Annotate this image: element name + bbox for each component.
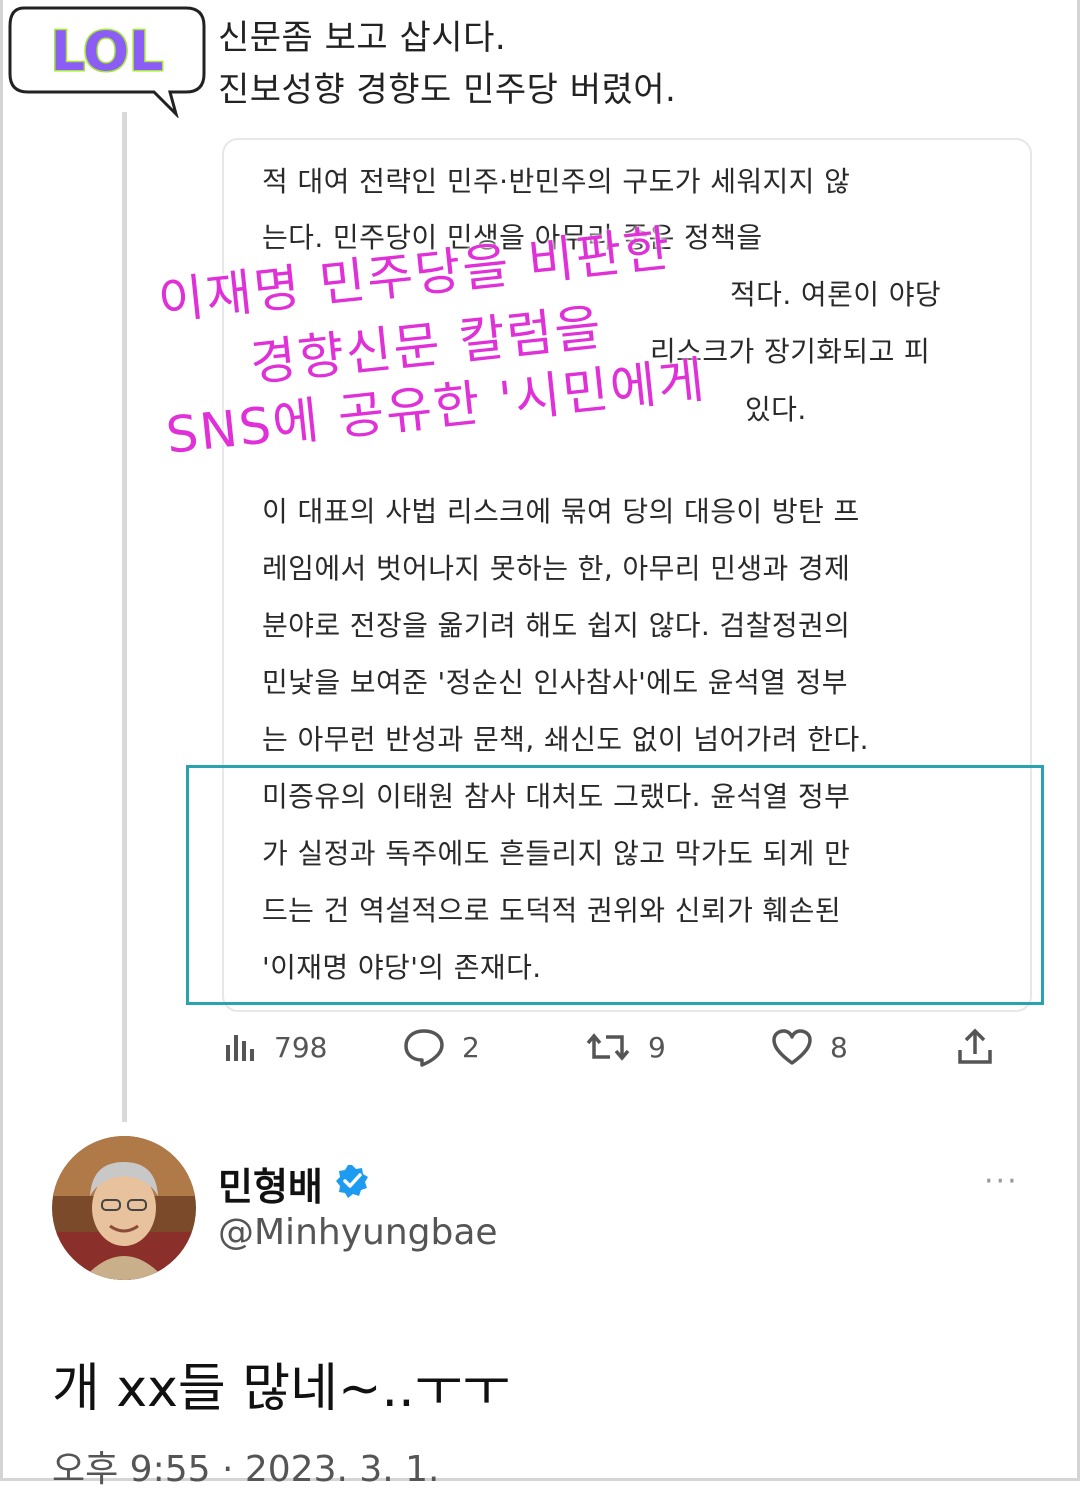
article-line: 는 아무런 반성과 문책, 쇄신도 없이 넘어가려 한다.: [262, 723, 869, 756]
share-button[interactable]: [954, 1022, 996, 1072]
views-button[interactable]: 798: [222, 1022, 327, 1072]
highlight-box: [186, 765, 1044, 1005]
article-line: 분야로 전장을 옮기려 해도 쉽지 않다. 검찰정권의: [262, 609, 851, 642]
more-options-icon[interactable]: ···: [984, 1164, 1019, 1199]
tweet-timestamp[interactable]: 오후 9:55 · 2023. 3. 1.: [52, 1440, 440, 1492]
tweet-text-line-2: 진보성향 경향도 민주당 버렸어.: [218, 70, 677, 110]
lol-sticker: LOL: [4, 0, 212, 120]
retweet-icon: [584, 1027, 632, 1067]
verified-badge-icon: [334, 1163, 370, 1199]
tweet-text-line-1: 신문좀 보고 삽시다.: [218, 18, 507, 58]
share-icon: [954, 1026, 996, 1068]
views-count: 798: [274, 1030, 328, 1064]
retweet-button[interactable]: 9: [584, 1022, 666, 1072]
analytics-icon: [222, 1029, 258, 1065]
reply-count: 2: [462, 1030, 480, 1064]
thread-connector: [122, 112, 127, 1122]
reply-button[interactable]: 2: [402, 1022, 480, 1072]
author-handle[interactable]: @Minhyungbae: [218, 1212, 498, 1253]
like-button[interactable]: 8: [770, 1022, 848, 1072]
article-line: 적 대여 전략인 민주·반민주의 구도가 세워지지 않: [262, 165, 851, 198]
retweet-count: 9: [648, 1030, 666, 1064]
heart-icon: [770, 1027, 814, 1067]
reply-text: 개 xx들 많네~..ㅜㅜ: [52, 1359, 511, 1419]
comment-icon: [402, 1027, 446, 1067]
article-line: 민낯을 보여준 '정순신 인사참사'에도 윤석열 정부: [262, 666, 848, 699]
like-count: 8: [830, 1030, 848, 1064]
author-name[interactable]: 민형배: [218, 1156, 323, 1211]
article-line: 레임에서 벗어나지 못하는 한, 아무리 민생과 경제: [262, 552, 851, 585]
article-line: 이 대표의 사법 리스크에 묶여 당의 대응이 방탄 프: [262, 495, 860, 528]
avatar[interactable]: [52, 1136, 196, 1280]
article-line: 적다. 여론이 야당: [730, 278, 942, 311]
sticker-label: LOL: [51, 20, 164, 83]
article-line: 있다.: [745, 393, 807, 426]
tweet-action-bar: 798 2 9 8: [0, 1022, 1080, 1072]
